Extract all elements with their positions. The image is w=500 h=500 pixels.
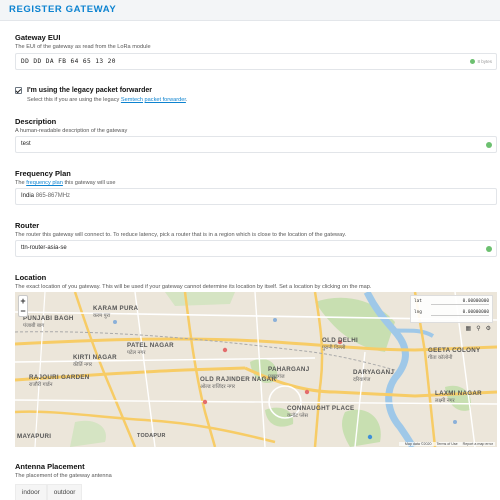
map-label-old-rajinder-nagar: OLD RAJINDER NAGAR ओल्ड राजिंदर नगर	[200, 376, 277, 390]
map-label-karam-pura: KARAM PURA करम पुरा	[93, 305, 139, 319]
desc-text: this gateway will use	[62, 180, 116, 186]
lat-input[interactable]: 0.00000000	[431, 299, 489, 305]
lng-label: lng	[414, 310, 422, 315]
byte-counter: 8 bytes	[470, 59, 492, 64]
report-error-link[interactable]: Report a map error	[463, 442, 493, 446]
map-label-connaught-place: CONNAUGHT PLACE कनॉट प्लेस	[287, 405, 355, 419]
frequency-plan-field: Frequency Plan The frequency plan this g…	[15, 169, 497, 205]
description-help: A human-readable description of the gate…	[15, 128, 128, 134]
description-label: Description	[15, 117, 57, 126]
map-label-rajouri-garden: RAJOURI GARDEN राजौरी गार्डन	[29, 374, 90, 388]
gateway-eui-label: Gateway EUI	[15, 33, 61, 42]
map-label-daryaganj: DARYAGANJ दरियागंज	[353, 369, 395, 383]
gateway-eui-field: Gateway EUI The EUI of the gateway as re…	[15, 33, 497, 70]
map-label-laxmi-nagar: LAXMI NAGAR लक्ष्मी नगर	[435, 390, 482, 404]
legacy-forwarder-description: Select this if you are using the legacy …	[27, 96, 487, 104]
desc-suffix: .	[185, 97, 188, 103]
router-description: The router this gateway will connect to.…	[15, 232, 347, 238]
map-zoom-control: + −	[18, 295, 28, 317]
coordinates-panel: lat 0.00000000 lng 0.00000000	[410, 295, 493, 323]
antenna-placement-field: Antenna Placement The placement of the g…	[15, 462, 497, 480]
packet-forwarder-link[interactable]: packet forwarder	[145, 97, 186, 103]
map-label-kirti-nagar: KIRTI NAGAR कीर्ति नगर	[73, 354, 117, 368]
frequency-plan-range: 865-867MHz	[35, 193, 71, 199]
frequency-plan-select[interactable]: India 865-867MHz	[15, 188, 497, 205]
desc-text: The	[15, 180, 27, 186]
location-field: Location The exact location of you gatew…	[15, 273, 497, 291]
gateway-eui-input[interactable]: DD DD DA FB 64 65 13 20 8 bytes	[15, 53, 497, 70]
lat-row: lat 0.00000000	[414, 299, 489, 306]
map-label-todapur: TODAPUR	[137, 433, 166, 439]
lat-label: lat	[414, 299, 422, 304]
router-select[interactable]: ttn-router-asia-se	[15, 240, 497, 257]
gateway-eui-description: The EUI of the gateway as read from the …	[15, 44, 151, 50]
map-label-punjabi-bagh: PUNJABI BAGH पंजाबी बाग	[23, 315, 74, 329]
frequency-plan-label: Frequency Plan	[15, 169, 71, 178]
location-map[interactable]: KARAM PURA करम पुरा PUNJABI BAGH पंजाबी बा…	[15, 292, 497, 447]
pin-icon[interactable]: ⚲	[476, 325, 480, 332]
map-label-patel-nagar: PATEL NAGAR पटेल नगर	[127, 342, 174, 356]
map-label-old-delhi: OLD DELHI पुरानी दिल्ली	[322, 337, 359, 351]
grid-icon[interactable]: ▦	[466, 325, 472, 332]
frequency-plan-name: India	[21, 193, 35, 199]
description-input[interactable]: test	[15, 136, 497, 153]
lng-input[interactable]: 0.00000000	[431, 310, 489, 316]
check-icon	[486, 142, 492, 148]
description-field: Description A human-readable description…	[15, 117, 497, 153]
antenna-placement-label: Antenna Placement	[15, 462, 85, 471]
semtech-link[interactable]: Semtech	[121, 97, 143, 103]
legacy-forwarder-checkbox[interactable]	[15, 87, 22, 94]
router-label: Router	[15, 221, 40, 230]
terms-link[interactable]: Terms of Use	[436, 442, 457, 446]
map-label-geeta-colony: GEETA COLONY गीता कॉलोनी	[428, 347, 481, 361]
map-data-credit: Map data ©2020	[404, 442, 432, 446]
map-attribution: Map data ©2020 Terms of Use Report a map…	[398, 442, 495, 446]
lng-row: lng 0.00000000	[414, 310, 489, 317]
location-description: The exact location of you gateway. This …	[15, 284, 372, 290]
gateway-eui-value: DD DD DA FB 64 65 13 20	[21, 58, 116, 65]
legacy-forwarder-text: I'm using the legacy packet forwarder Se…	[27, 86, 487, 104]
antenna-outdoor-option[interactable]: outdoor	[46, 484, 83, 500]
check-icon	[486, 246, 492, 252]
map-tools: ▦ ⚲ ⚙	[466, 325, 491, 332]
frequency-plan-link[interactable]: frequency plan	[26, 180, 63, 186]
page-title: REGISTER GATEWAY	[9, 4, 117, 15]
antenna-placement-options: indoor outdoor	[15, 484, 83, 500]
zoom-out-button[interactable]: −	[19, 306, 27, 316]
frequency-plan-value: India 865-867MHz	[21, 193, 70, 199]
map-label-mayapuri: MAYAPURI	[17, 433, 52, 440]
settings-icon[interactable]: ⚙	[486, 325, 491, 332]
desc-text: Select this if you are using the legacy	[27, 97, 121, 103]
byte-count: 8 bytes	[477, 59, 492, 64]
router-field: Router The router this gateway will conn…	[15, 221, 497, 257]
map-label-paharganj: PAHARGANJ पहाड़गंज	[268, 366, 310, 380]
description-value: test	[21, 141, 31, 147]
zoom-in-button[interactable]: +	[19, 296, 27, 306]
location-label: Location	[15, 273, 47, 282]
frequency-plan-description: The frequency plan this gateway will use	[15, 179, 497, 187]
legacy-forwarder-label[interactable]: I'm using the legacy packet forwarder	[27, 86, 487, 96]
antenna-indoor-option[interactable]: indoor	[15, 484, 47, 500]
antenna-placement-description: The placement of the gateway antenna	[15, 473, 112, 479]
router-value: ttn-router-asia-se	[21, 245, 67, 251]
check-icon	[470, 59, 476, 64]
page-header: REGISTER GATEWAY	[0, 0, 500, 21]
